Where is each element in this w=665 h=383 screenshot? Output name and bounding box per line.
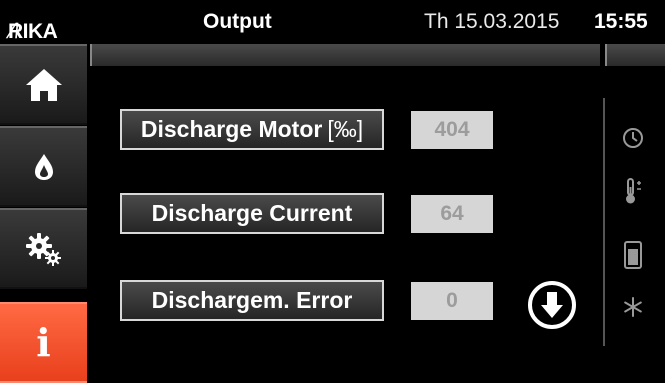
scroll-down-button[interactable] bbox=[527, 280, 577, 330]
right-divider bbox=[603, 98, 605, 346]
time-display: 15:55 bbox=[594, 10, 648, 33]
discharge-motor-label: Discharge Motor [‰] bbox=[120, 109, 384, 150]
date-display: Th 15.03.2015 bbox=[424, 10, 560, 33]
page-title: Output bbox=[203, 10, 272, 33]
thermometer-icon bbox=[620, 178, 646, 204]
arrow-down-circle-icon bbox=[528, 281, 576, 329]
discharge-error-value: 0 bbox=[411, 282, 493, 320]
discharge-error-label: Dischargem. Error bbox=[120, 280, 384, 321]
info-icon: i bbox=[36, 320, 51, 365]
stove-icon bbox=[620, 241, 646, 269]
header-strip bbox=[90, 44, 600, 66]
snowflake-icon bbox=[620, 294, 646, 320]
sidebar-item-home[interactable] bbox=[0, 44, 87, 125]
discharge-error-text: Dischargem. Error bbox=[151, 287, 353, 313]
clock-icon bbox=[620, 125, 646, 151]
discharge-current-text: Discharge Current bbox=[151, 200, 353, 226]
sidebar-item-info[interactable]: i bbox=[0, 302, 87, 383]
discharge-motor-text: Discharge Motor bbox=[140, 116, 323, 142]
home-icon bbox=[25, 68, 62, 101]
sidebar-item-settings[interactable] bbox=[0, 208, 87, 289]
header-strip-right bbox=[605, 44, 665, 66]
gears-icon bbox=[25, 232, 61, 266]
discharge-motor-value: 404 bbox=[411, 111, 493, 149]
discharge-motor-unit: [‰] bbox=[327, 116, 364, 142]
discharge-current-value: 64 bbox=[411, 195, 493, 233]
flame-icon bbox=[34, 153, 53, 180]
top-bar: /\ RIKA Output Th 15.03.2015 15:55 bbox=[0, 0, 665, 44]
logo-text: RIKA bbox=[8, 20, 58, 43]
sidebar: i bbox=[0, 44, 87, 383]
discharge-current-label: Discharge Current bbox=[120, 193, 384, 234]
sidebar-item-heating[interactable] bbox=[0, 126, 87, 207]
